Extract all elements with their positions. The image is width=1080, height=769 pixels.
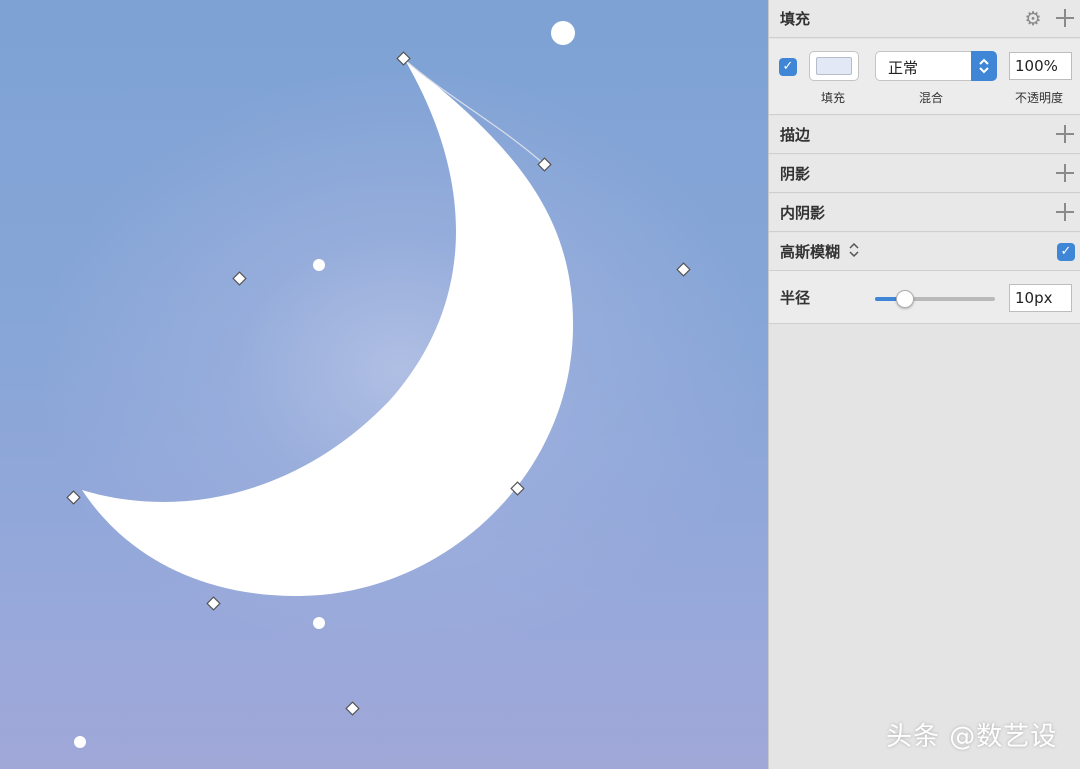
opacity-field[interactable]: 100% [1009, 52, 1072, 80]
star-dot [313, 617, 325, 629]
shadow-section-header[interactable]: 阴影 [769, 155, 1080, 193]
vector-handle[interactable] [676, 262, 691, 277]
inner-shadow-section-header[interactable]: 内阴影 [769, 194, 1080, 232]
blend-caption: 混合 [919, 91, 944, 105]
chevron-updown-icon[interactable] [971, 51, 997, 81]
radius-slider[interactable] [875, 290, 995, 308]
opacity-caption: 不透明度 [1015, 91, 1064, 105]
radius-slider-thumb[interactable] [896, 290, 914, 308]
vector-handle[interactable] [206, 596, 221, 611]
add-border-plus-icon[interactable] [1055, 124, 1075, 144]
add-inner-shadow-plus-icon[interactable] [1055, 202, 1075, 222]
vector-handle[interactable] [345, 701, 360, 716]
fill-color-swatch [816, 57, 852, 75]
blur-section-body: 半径 10px [769, 271, 1080, 324]
border-section-title: 描边 [780, 126, 811, 144]
blur-section-title[interactable]: 高斯模糊 [780, 241, 840, 262]
fill-section-title: 填充 [780, 10, 811, 28]
fill-section-header: 填充 ⚙ [769, 0, 1080, 38]
inner-shadow-section-title: 内阴影 [780, 204, 826, 222]
radius-label: 半径 [780, 289, 811, 307]
blend-mode-value: 正常 [888, 59, 919, 77]
add-shadow-plus-icon[interactable] [1055, 163, 1075, 183]
canvas-artwork [66, 21, 691, 748]
border-section-header[interactable]: 描边 [769, 116, 1080, 154]
fill-section-body: ✓ 正常 100% 填充 混合 不透明度 [769, 39, 1080, 115]
fill-caption: 填充 [821, 91, 846, 105]
watermark-text: 头条 @数艺设 [886, 722, 1058, 752]
inspector-panel: 填充 ⚙ ✓ 正常 100% 填充 混合 不透明度 描边 阴影 内阴影 高斯模糊… [768, 0, 1080, 769]
moon-shape[interactable] [82, 60, 574, 597]
fill-color-well[interactable] [809, 51, 859, 81]
path-handles [66, 51, 691, 716]
blend-mode-select[interactable]: 正常 [875, 51, 997, 81]
gear-icon[interactable]: ⚙ [1023, 9, 1043, 29]
blur-enabled-checkbox[interactable]: ✓ [1057, 243, 1075, 261]
vector-handle[interactable] [232, 271, 247, 286]
design-canvas[interactable] [0, 0, 768, 769]
blur-section-header[interactable]: 高斯模糊 ✓ [769, 233, 1080, 271]
shadow-section-title: 阴影 [780, 165, 811, 183]
vector-handle[interactable] [66, 490, 81, 505]
radius-field[interactable]: 10px [1009, 284, 1072, 312]
star-dot [74, 736, 86, 748]
add-fill-plus-icon[interactable] [1055, 8, 1075, 28]
fill-enabled-checkbox[interactable]: ✓ [779, 58, 797, 76]
blur-type-chevron-icon[interactable] [848, 242, 860, 262]
star-dot [551, 21, 575, 45]
star-dot [313, 259, 325, 271]
